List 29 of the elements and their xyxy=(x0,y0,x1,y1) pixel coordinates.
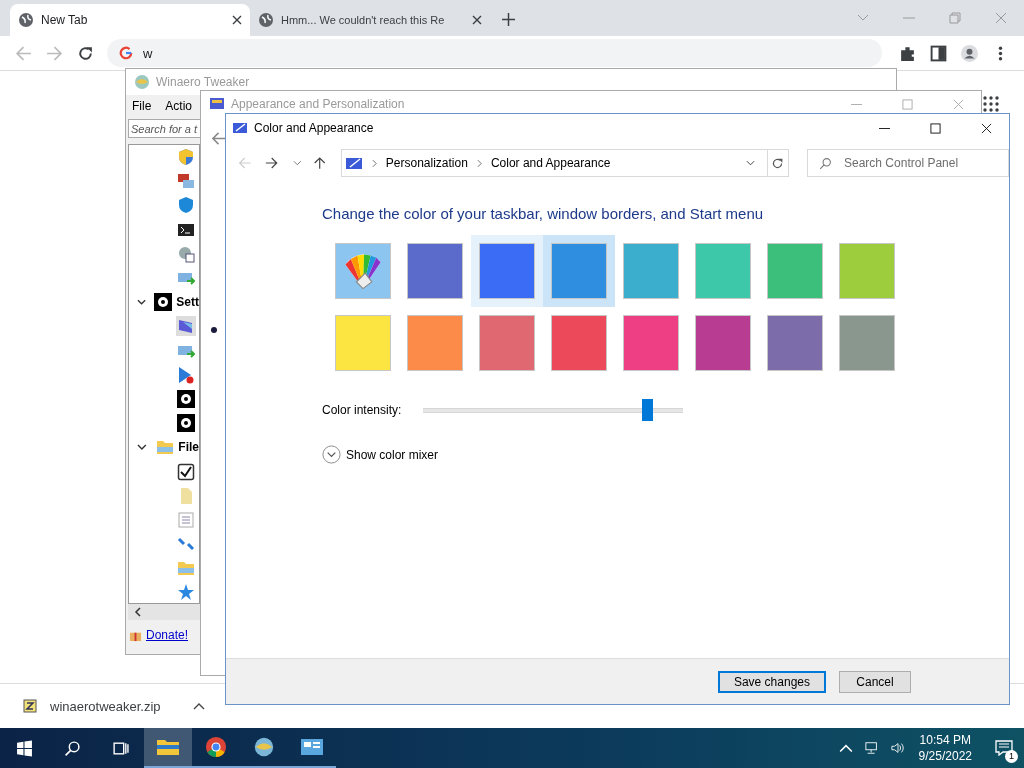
browser-tab[interactable]: Hmm... We couldn't reach this Re xyxy=(250,4,490,36)
breadcrumb-item[interactable]: Color and Appearance xyxy=(490,156,611,170)
download-file-name[interactable]: winaerotweaker.zip xyxy=(50,698,161,714)
notification-count: 1 xyxy=(1005,750,1018,763)
address-bar[interactable]: w xyxy=(107,39,882,67)
color-mixer-toggle[interactable]: Show color mixer xyxy=(322,445,452,464)
dialog-button[interactable]: Cancel xyxy=(839,670,911,693)
dialog-button[interactable]: Save changes xyxy=(717,670,826,693)
breadcrumb-item[interactable]: Personalization xyxy=(385,156,468,170)
browser-tab[interactable]: New Tab xyxy=(10,4,250,36)
tab-title: New Tab xyxy=(41,13,89,27)
tab-title: Hmm... We couldn't reach this Re xyxy=(281,14,446,26)
page-heading: Change the color of your taskbar, window borders, and Start menu xyxy=(322,205,765,222)
address-bar[interactable]: Personalization Color and Appearance xyxy=(340,149,768,177)
window-title: Winaero Tweaker xyxy=(156,75,250,89)
time-text: 10:54 PM xyxy=(919,732,971,748)
tree-item-label[interactable]: Sett xyxy=(176,295,199,310)
menu-item[interactable]: File xyxy=(132,99,152,113)
window-title: Color and Appearance xyxy=(254,121,374,135)
menu-item[interactable]: Actio xyxy=(165,99,193,113)
search-field[interactable]: Search for a t xyxy=(128,119,201,138)
search-field[interactable]: Search Control Panel xyxy=(807,149,1009,177)
clock[interactable]: 10:54 PM 9/25/2022 xyxy=(918,732,972,764)
window-title: Appearance and Personalization xyxy=(231,97,405,111)
tree-item-label[interactable]: File xyxy=(178,440,199,455)
address-text: w xyxy=(143,45,153,61)
donate-link[interactable]: Donate! xyxy=(146,628,189,642)
date-text: 9/25/2022 xyxy=(918,748,972,764)
intensity-label: Color intensity: xyxy=(322,403,402,417)
